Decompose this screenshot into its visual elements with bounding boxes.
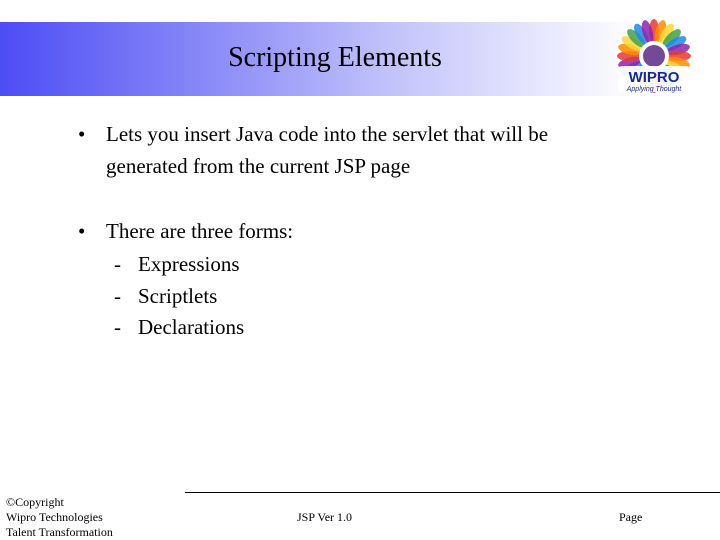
footer-version: JSP Ver 1.0 bbox=[297, 510, 353, 524]
bullet-text: There are three forms: bbox=[106, 219, 294, 243]
footer-copyright: ©Copyright Wipro Technologies Talent Tra… bbox=[6, 495, 113, 540]
logo-tagline: Applying Thought bbox=[626, 86, 683, 93]
bullet-marker: • bbox=[78, 219, 86, 243]
footer-line: ©Copyright bbox=[6, 495, 64, 509]
footer-page-label: Page bbox=[619, 510, 643, 524]
sub-bullet-marker: - bbox=[114, 315, 121, 339]
sub-bullet-marker: - bbox=[114, 284, 121, 308]
footer-line: Wipro Technologies bbox=[6, 510, 103, 524]
bullet-line: Lets you insert Java code into the servl… bbox=[106, 122, 549, 146]
slide-title: Scripting Elements bbox=[228, 42, 442, 73]
sub-bullet-marker: - bbox=[114, 252, 121, 276]
sub-bullet-text: Declarations bbox=[138, 315, 245, 339]
bullet-line: generated from the current JSP page bbox=[106, 154, 411, 178]
sub-bullet-text: Scriptlets bbox=[138, 284, 218, 308]
footer-line: Talent Transformation bbox=[6, 525, 113, 539]
wipro-logo-graphic: WIPRO Applying Thought bbox=[616, 18, 692, 94]
logo-wordmark: WIPRO bbox=[629, 69, 680, 86]
sub-bullet-text: Expressions bbox=[138, 252, 240, 276]
bullet-marker: • bbox=[78, 122, 86, 146]
footer-divider bbox=[185, 492, 720, 493]
bullet-text: Lets you insert Java code into the servl… bbox=[106, 118, 548, 182]
wipro-logo: WIPRO Applying Thought bbox=[598, 14, 710, 100]
